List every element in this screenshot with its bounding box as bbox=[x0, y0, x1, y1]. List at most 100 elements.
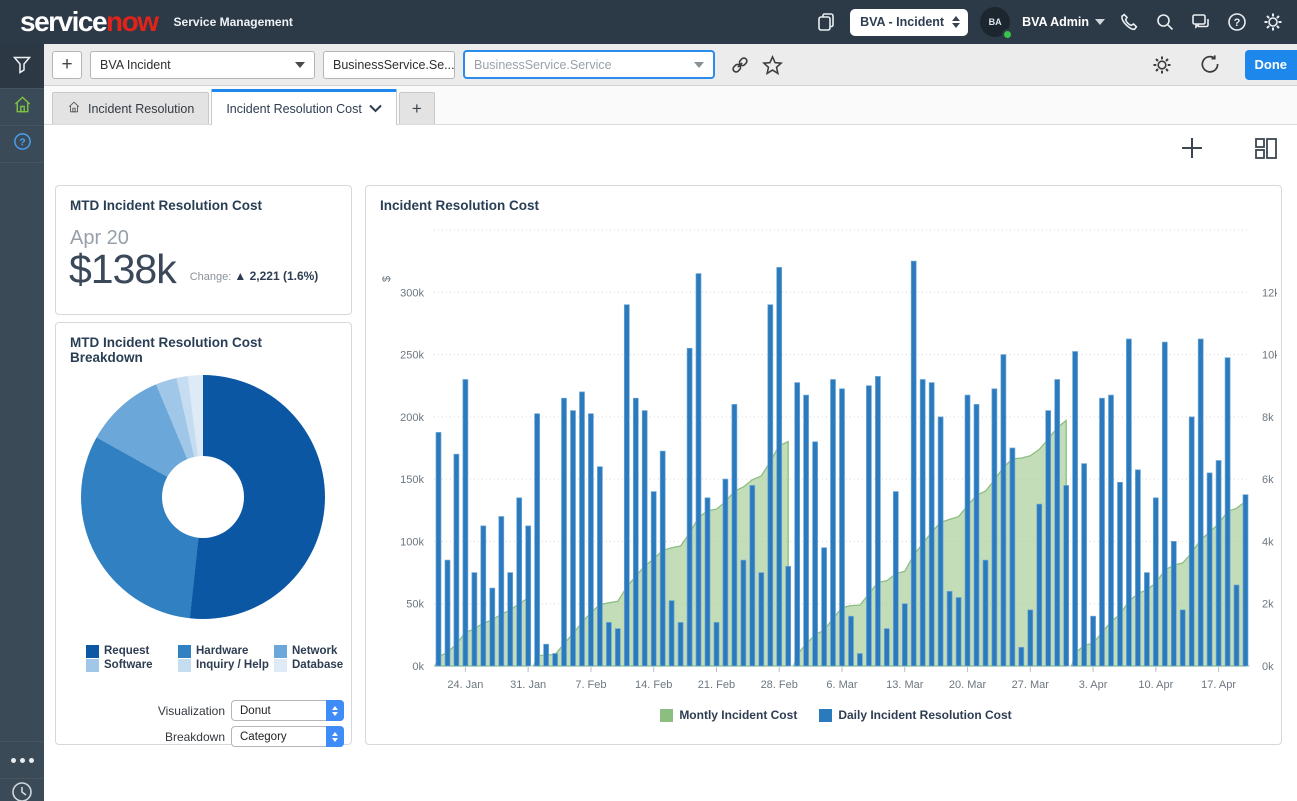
daily-cost-bar[interactable] bbox=[758, 572, 765, 667]
user-menu[interactable]: BVA Admin bbox=[1022, 15, 1105, 29]
search-icon[interactable] bbox=[1153, 10, 1177, 34]
daily-cost-bar[interactable] bbox=[964, 394, 971, 667]
sidebar-schedule-button[interactable] bbox=[0, 779, 44, 801]
daily-cost-bar[interactable] bbox=[650, 491, 657, 667]
daily-cost-bar[interactable] bbox=[471, 572, 478, 667]
daily-cost-bar[interactable] bbox=[749, 485, 756, 667]
daily-cost-bar[interactable] bbox=[579, 391, 585, 667]
daily-cost-bar[interactable] bbox=[731, 404, 738, 667]
refresh-icon[interactable] bbox=[1197, 52, 1223, 78]
daily-cost-bar[interactable] bbox=[776, 267, 783, 667]
daily-cost-bar[interactable] bbox=[552, 653, 558, 667]
daily-cost-bar[interactable] bbox=[1152, 497, 1159, 667]
done-button[interactable]: Done bbox=[1244, 49, 1297, 80]
daily-cost-bar[interactable] bbox=[991, 388, 998, 667]
legend-item[interactable]: Request bbox=[86, 645, 178, 658]
daily-cost-bar[interactable] bbox=[480, 525, 487, 667]
daily-cost-bar[interactable] bbox=[821, 547, 827, 667]
daily-cost-bar[interactable] bbox=[1000, 354, 1007, 667]
daily-cost-bar[interactable] bbox=[516, 497, 523, 667]
daily-cost-bar[interactable] bbox=[973, 404, 980, 667]
daily-cost-bar[interactable] bbox=[1018, 646, 1025, 667]
daily-cost-bar[interactable] bbox=[794, 382, 801, 667]
daily-cost-bar[interactable] bbox=[955, 597, 962, 667]
daily-cost-bar[interactable] bbox=[453, 453, 460, 667]
daily-cost-bar[interactable] bbox=[1009, 447, 1016, 667]
daily-cost-bar[interactable] bbox=[668, 600, 675, 667]
daily-cost-bar[interactable] bbox=[892, 491, 899, 667]
chart-legend-item[interactable]: Montly Incident Cost bbox=[660, 708, 797, 722]
daily-cost-bar[interactable] bbox=[937, 416, 944, 667]
phone-icon[interactable] bbox=[1117, 10, 1141, 34]
legend-item[interactable]: Software bbox=[86, 659, 178, 672]
daily-cost-bar[interactable] bbox=[641, 410, 648, 667]
daily-cost-bar[interactable] bbox=[498, 516, 505, 667]
sidebar-more-button[interactable] bbox=[0, 741, 44, 779]
daily-cost-bar[interactable] bbox=[543, 643, 549, 667]
daily-cost-bar[interactable] bbox=[910, 260, 917, 667]
daily-cost-bar[interactable] bbox=[1224, 357, 1231, 667]
daily-cost-bar[interactable] bbox=[875, 376, 881, 667]
daily-cost-bar[interactable] bbox=[1179, 609, 1186, 667]
daily-cost-bar[interactable] bbox=[1072, 351, 1078, 667]
daily-cost-bar[interactable] bbox=[1027, 609, 1034, 667]
breakdown-source-select[interactable]: BusinessService.Se... bbox=[323, 50, 475, 79]
daily-cost-bar[interactable] bbox=[722, 478, 729, 667]
update-set-picker[interactable]: BVA - Incident bbox=[850, 8, 969, 36]
daily-cost-bar[interactable] bbox=[1161, 341, 1168, 667]
daily-cost-bar[interactable] bbox=[1099, 397, 1105, 667]
chevron-down-icon[interactable] bbox=[369, 102, 382, 116]
daily-cost-bar[interactable] bbox=[525, 525, 532, 667]
daily-cost-bar[interactable] bbox=[740, 559, 747, 667]
breakdown-filter-input[interactable]: BusinessService.Service bbox=[463, 50, 715, 79]
chart-legend-item[interactable]: Daily Incident Resolution Cost bbox=[819, 708, 1012, 722]
daily-cost-bar[interactable] bbox=[839, 388, 845, 667]
daily-cost-bar[interactable] bbox=[1215, 460, 1222, 667]
daily-cost-bar[interactable] bbox=[570, 410, 576, 667]
add-dashboard-button[interactable]: + bbox=[52, 50, 82, 79]
daily-cost-bar[interactable] bbox=[848, 615, 854, 667]
sidebar-item-home[interactable] bbox=[0, 89, 44, 126]
daily-cost-bar[interactable] bbox=[507, 572, 514, 667]
gear-icon[interactable] bbox=[1149, 52, 1175, 78]
daily-cost-bar[interactable] bbox=[1036, 503, 1043, 667]
chat-icon[interactable] bbox=[1189, 10, 1213, 34]
daily-cost-bar[interactable] bbox=[982, 559, 989, 667]
daily-cost-bar[interactable] bbox=[597, 466, 603, 667]
daily-cost-bar[interactable] bbox=[588, 413, 594, 667]
app-switcher-icon[interactable] bbox=[814, 10, 838, 34]
daily-cost-bar[interactable] bbox=[866, 385, 872, 667]
daily-cost-bar[interactable] bbox=[1170, 541, 1177, 667]
daily-cost-bar[interactable] bbox=[767, 304, 774, 667]
breakdown-select[interactable]: Category bbox=[231, 726, 344, 747]
daily-cost-bar[interactable] bbox=[919, 379, 926, 667]
daily-cost-bar[interactable] bbox=[1063, 485, 1070, 667]
legend-item[interactable]: Inquiry / Help bbox=[178, 659, 274, 672]
daily-cost-bar[interactable] bbox=[1081, 463, 1087, 667]
tab-incident-resolution[interactable]: Incident Resolution bbox=[52, 92, 210, 124]
tab-incident-resolution-cost[interactable]: Incident Resolution Cost bbox=[211, 89, 397, 125]
daily-cost-bar[interactable] bbox=[704, 497, 711, 667]
daily-cost-bar[interactable] bbox=[812, 441, 818, 667]
daily-cost-bar[interactable] bbox=[1126, 338, 1132, 667]
sidebar-item-help[interactable]: ? bbox=[0, 126, 44, 163]
gear-icon[interactable] bbox=[1261, 10, 1285, 34]
add-widget-icon[interactable] bbox=[1179, 135, 1205, 166]
daily-cost-bar[interactable] bbox=[901, 603, 908, 667]
daily-cost-bar[interactable] bbox=[946, 590, 953, 667]
daily-cost-bar[interactable] bbox=[695, 273, 702, 667]
daily-cost-bar[interactable] bbox=[462, 379, 469, 667]
layout-icon[interactable] bbox=[1253, 135, 1279, 166]
daily-cost-bar[interactable] bbox=[1206, 472, 1213, 667]
daily-cost-bar[interactable] bbox=[623, 304, 630, 667]
daily-cost-bar[interactable] bbox=[435, 432, 442, 667]
daily-cost-bar[interactable] bbox=[686, 347, 693, 667]
daily-cost-bar[interactable] bbox=[928, 382, 935, 667]
daily-cost-bar[interactable] bbox=[883, 628, 890, 667]
daily-cost-bar[interactable] bbox=[489, 587, 496, 667]
daily-cost-bar[interactable] bbox=[534, 413, 540, 667]
daily-cost-bar[interactable] bbox=[1242, 494, 1249, 667]
star-icon[interactable] bbox=[759, 52, 785, 78]
daily-cost-bar[interactable] bbox=[803, 394, 809, 667]
daily-cost-bar[interactable] bbox=[606, 622, 612, 667]
